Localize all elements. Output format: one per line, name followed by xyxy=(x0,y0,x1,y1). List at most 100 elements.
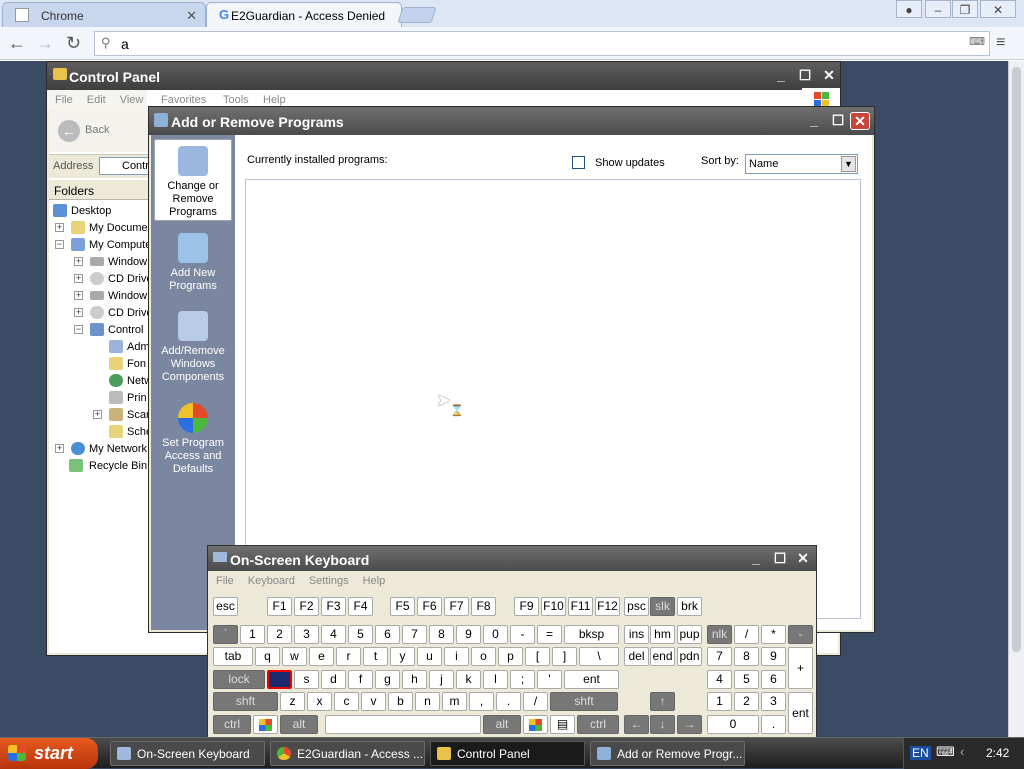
key-8[interactable]: 8 xyxy=(429,625,454,644)
key-i[interactable]: i xyxy=(444,647,469,666)
maximize-button[interactable]: ☐ xyxy=(770,550,790,568)
user-icon[interactable]: ● xyxy=(896,0,922,18)
key-alt[interactable]: alt xyxy=(280,715,318,734)
key-u[interactable]: u xyxy=(417,647,442,666)
key-menu[interactable]: ▤ xyxy=(550,715,575,734)
key--[interactable]: ' xyxy=(537,670,562,689)
menu-settings[interactable]: Settings xyxy=(309,575,349,587)
key--[interactable]: , xyxy=(469,692,494,711)
close-icon[interactable]: ✕ xyxy=(186,8,197,24)
key-w[interactable]: w xyxy=(282,647,307,666)
taskbar-item-control-panel[interactable]: Control Panel xyxy=(430,741,585,766)
taskbar-item-osk[interactable]: On-Screen Keyboard xyxy=(110,741,265,766)
key-f[interactable]: f xyxy=(348,670,373,689)
menu-icon[interactable]: ≡ xyxy=(996,33,1005,53)
scrollbar-thumb[interactable] xyxy=(1012,67,1021,652)
key-s[interactable]: s xyxy=(294,670,319,689)
minimize-button[interactable]: _ xyxy=(746,550,766,568)
key-4[interactable]: 4 xyxy=(707,670,732,689)
menu-help[interactable]: Help xyxy=(263,94,286,106)
menu-favorites[interactable]: Favorites xyxy=(161,94,206,106)
reload-icon[interactable]: ↻ xyxy=(66,33,81,53)
key-f9[interactable]: F9 xyxy=(514,597,539,616)
menu-edit[interactable]: Edit xyxy=(87,94,106,106)
key-f6[interactable]: F6 xyxy=(417,597,442,616)
collapse-icon[interactable]: − xyxy=(74,325,83,334)
forward-arrow-icon[interactable]: → xyxy=(36,33,54,53)
key--[interactable]: ` xyxy=(213,625,238,644)
address-input[interactable]: Contr xyxy=(99,157,149,175)
key-0[interactable]: 0 xyxy=(707,715,759,734)
translate-icon[interactable]: ⌨ xyxy=(969,35,985,48)
key-b[interactable]: b xyxy=(388,692,413,711)
key-ins[interactable]: ins xyxy=(624,625,649,644)
expand-icon[interactable]: + xyxy=(74,308,83,317)
key-ent[interactable]: ent xyxy=(564,670,619,689)
key-g[interactable]: g xyxy=(375,670,400,689)
key--[interactable]: - xyxy=(788,625,813,644)
key--[interactable]: ← xyxy=(624,715,649,734)
key-9[interactable]: 9 xyxy=(761,647,786,666)
menu-help[interactable]: Help xyxy=(363,575,386,587)
key-m[interactable]: m xyxy=(442,692,467,711)
restore-button[interactable]: ❐ xyxy=(952,0,978,18)
key-f1[interactable]: F1 xyxy=(267,597,292,616)
key-ctrl[interactable]: ctrl xyxy=(577,715,619,734)
key--[interactable]: + xyxy=(788,647,813,689)
key-alt[interactable]: alt xyxy=(483,715,521,734)
back-label[interactable]: Back xyxy=(85,124,109,136)
menu-file[interactable]: File xyxy=(216,575,234,587)
key-space[interactable] xyxy=(325,715,481,734)
back-arrow-icon[interactable]: ← xyxy=(58,120,80,142)
key-r[interactable]: r xyxy=(336,647,361,666)
key--[interactable]: . xyxy=(761,715,786,734)
key-5[interactable]: 5 xyxy=(734,670,759,689)
key-brk[interactable]: brk xyxy=(677,597,702,616)
key-9[interactable]: 9 xyxy=(456,625,481,644)
close-button[interactable]: ✕ xyxy=(980,0,1016,18)
key-x[interactable]: x xyxy=(307,692,332,711)
key-5[interactable]: 5 xyxy=(348,625,373,644)
add-remove-windows-components-button[interactable]: Add/Remove Windows Components xyxy=(154,311,232,387)
menu-tools[interactable]: Tools xyxy=(223,94,249,106)
expand-icon[interactable]: + xyxy=(74,274,83,283)
start-button[interactable]: start xyxy=(0,738,98,769)
key-a[interactable] xyxy=(267,670,292,689)
key-k[interactable]: k xyxy=(456,670,481,689)
key-tab[interactable]: tab xyxy=(213,647,253,666)
show-updates-label[interactable]: Show updates xyxy=(595,157,665,169)
key--[interactable]: / xyxy=(523,692,548,711)
expand-icon[interactable]: + xyxy=(74,291,83,300)
chevron-left-icon[interactable]: ‹ xyxy=(960,744,964,759)
menu-file[interactable]: File xyxy=(55,94,73,106)
menu-keyboard[interactable]: Keyboard xyxy=(248,575,295,587)
key-j[interactable]: j xyxy=(429,670,454,689)
key-end[interactable]: end xyxy=(650,647,675,666)
collapse-icon[interactable]: − xyxy=(55,240,64,249)
key-f4[interactable]: F4 xyxy=(348,597,373,616)
show-updates-checkbox[interactable] xyxy=(572,156,585,169)
key-t[interactable]: t xyxy=(363,647,388,666)
key-f5[interactable]: F5 xyxy=(390,597,415,616)
back-arrow-icon[interactable]: ← xyxy=(8,33,26,53)
expand-icon[interactable]: + xyxy=(55,223,64,232)
key-3[interactable]: 3 xyxy=(761,692,786,711)
key-f11[interactable]: F11 xyxy=(568,597,593,616)
key-1[interactable]: 1 xyxy=(240,625,265,644)
close-button[interactable]: ✕ xyxy=(819,67,839,85)
key-ent[interactable]: ent xyxy=(788,692,813,734)
tab-e2guardian[interactable]: G E2Guardian - Access Denied xyxy=(206,2,402,27)
new-tab-button[interactable] xyxy=(397,7,437,23)
key-8[interactable]: 8 xyxy=(734,647,759,666)
key-e[interactable]: e xyxy=(309,647,334,666)
key--[interactable]: = xyxy=(537,625,562,644)
menu-view[interactable]: View xyxy=(120,94,144,106)
keyboard-tray-icon[interactable]: ⌨ xyxy=(936,744,955,760)
key--[interactable]: / xyxy=(734,625,759,644)
key-pup[interactable]: pup xyxy=(677,625,702,644)
arp-titlebar[interactable]: Add or Remove Programs _ ☐ ✕ xyxy=(149,107,874,135)
key-7[interactable]: 7 xyxy=(402,625,427,644)
key--[interactable]: * xyxy=(761,625,786,644)
key-1[interactable]: 1 xyxy=(707,692,732,711)
key-2[interactable]: 2 xyxy=(734,692,759,711)
